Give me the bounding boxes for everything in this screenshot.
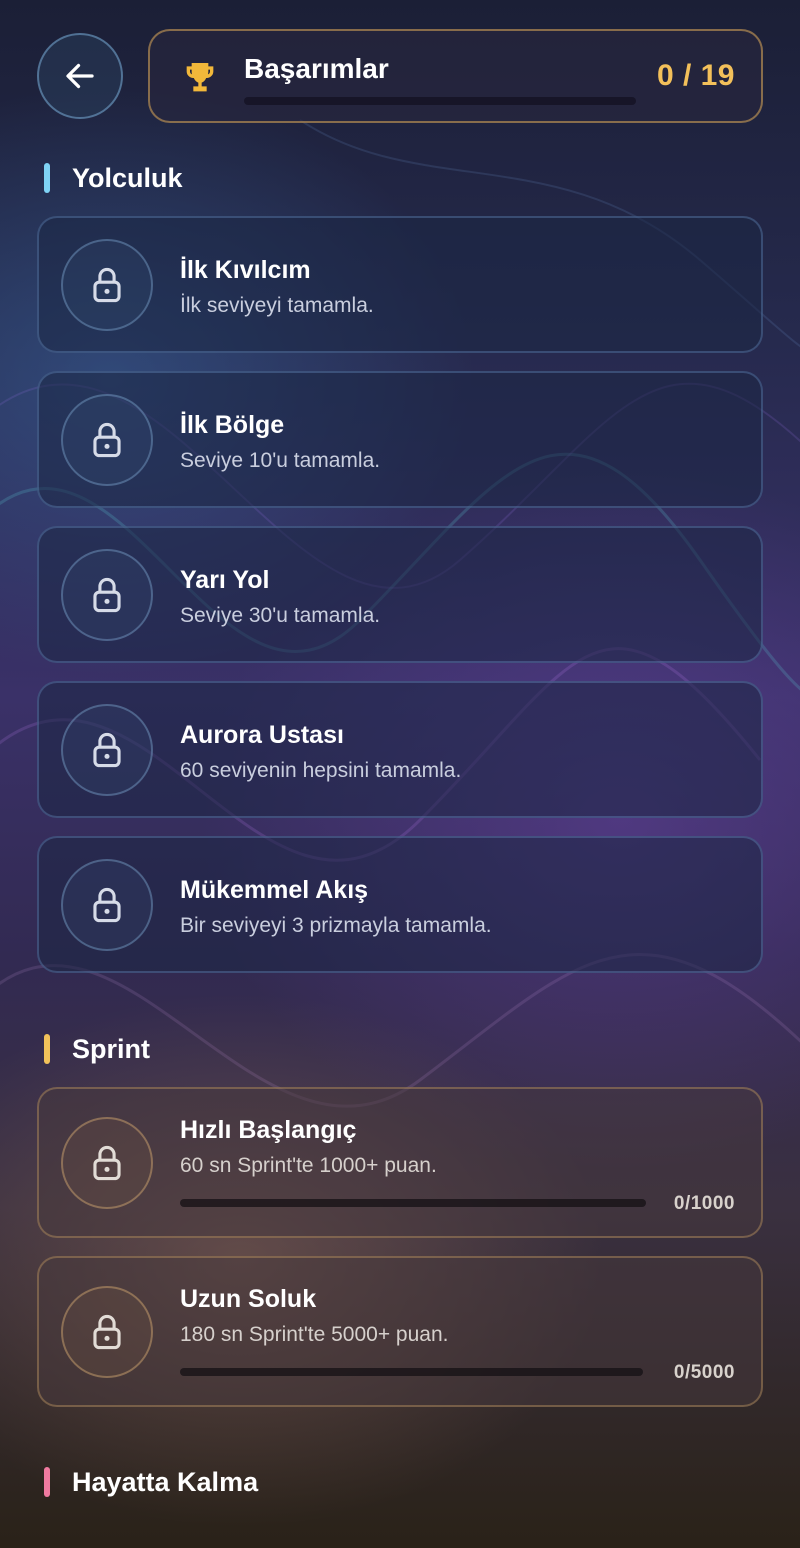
trophy-icon [186,63,214,92]
achievement-card[interactable]: Yarı Yol Seviye 30'u tamamla. [37,526,763,663]
achievement-description: Seviye 10'u tamamla. [180,449,381,472]
lock-icon [93,732,121,768]
achievement-description: 60 seviyenin hepsini tamamla. [180,759,462,782]
lock-icon [93,887,121,923]
section-title: Hayatta Kalma [72,1466,259,1497]
lock-badge [61,1286,153,1378]
section-header-sprint: Sprint [44,1034,150,1064]
section-header-survival: Hayatta Kalma [44,1467,258,1497]
achievement-title: Mükemmel Akış [180,876,369,904]
section-title: Yolculuk [72,162,183,193]
lock-icon [93,1145,121,1181]
achievement-card[interactable]: İlk Bölge Seviye 10'u tamamla. [37,371,763,508]
achievement-progress-bar [180,1199,646,1207]
lock-badge [61,239,153,331]
lock-badge [61,859,153,951]
lock-icon [93,422,121,458]
achievement-progress-bar [180,1368,643,1376]
achievement-description: 180 sn Sprint'te 5000+ puan. [180,1323,449,1346]
achievement-description: Seviye 30'u tamamla. [180,604,381,627]
achievement-description: 60 sn Sprint'te 1000+ puan. [180,1154,437,1177]
section-accent-bar [44,163,50,193]
section-accent-bar [44,1467,50,1497]
achievement-title: Aurora Ustası [180,721,344,749]
back-button[interactable] [37,33,123,119]
lock-icon [93,577,121,613]
section-title: Sprint [72,1033,150,1064]
lock-badge [61,1117,153,1209]
achievement-progress-text: 0/1000 [673,1193,735,1214]
lock-icon [93,1314,121,1350]
achievement-card[interactable]: Hızlı Başlangıç 60 sn Sprint'te 1000+ pu… [37,1087,763,1238]
lock-icon [93,267,121,303]
achievement-card[interactable]: İlk Kıvılcım İlk seviyeyi tamamla. [37,216,763,353]
achievement-title: İlk Bölge [180,411,285,439]
achievement-progress-text: 0/5000 [673,1362,735,1383]
overall-progress-bar [244,97,636,105]
lock-badge [61,394,153,486]
achievement-title: Yarı Yol [180,566,270,594]
achievements-header: Başarımlar 0 / 19 [148,29,763,123]
page-title: Başarımlar [244,53,389,84]
achievement-card[interactable]: Aurora Ustası 60 seviyenin hepsini tamam… [37,681,763,818]
achievement-card[interactable]: Mükemmel Akış Bir seviyeyi 3 prizmayla t… [37,836,763,973]
achievement-title: İlk Kıvılcım [180,256,311,284]
lock-badge [61,549,153,641]
achievement-title: Uzun Soluk [180,1285,317,1313]
achievement-description: İlk seviyeyi tamamla. [180,294,374,317]
achievement-count: 0 / 19 [656,59,735,92]
section-header-journey: Yolculuk [44,163,183,193]
achievement-title: Hızlı Başlangıç [180,1116,357,1144]
achievements-screen: Başarımlar 0 / 19 Yolculuk İlk Kıvılcım … [0,0,800,1548]
section-accent-bar [44,1034,50,1064]
achievement-description: Bir seviyeyi 3 prizmayla tamamla. [180,914,492,937]
lock-badge [61,704,153,796]
arrow-left-icon [66,63,94,89]
achievement-card[interactable]: Uzun Soluk 180 sn Sprint'te 5000+ puan. … [37,1256,763,1407]
